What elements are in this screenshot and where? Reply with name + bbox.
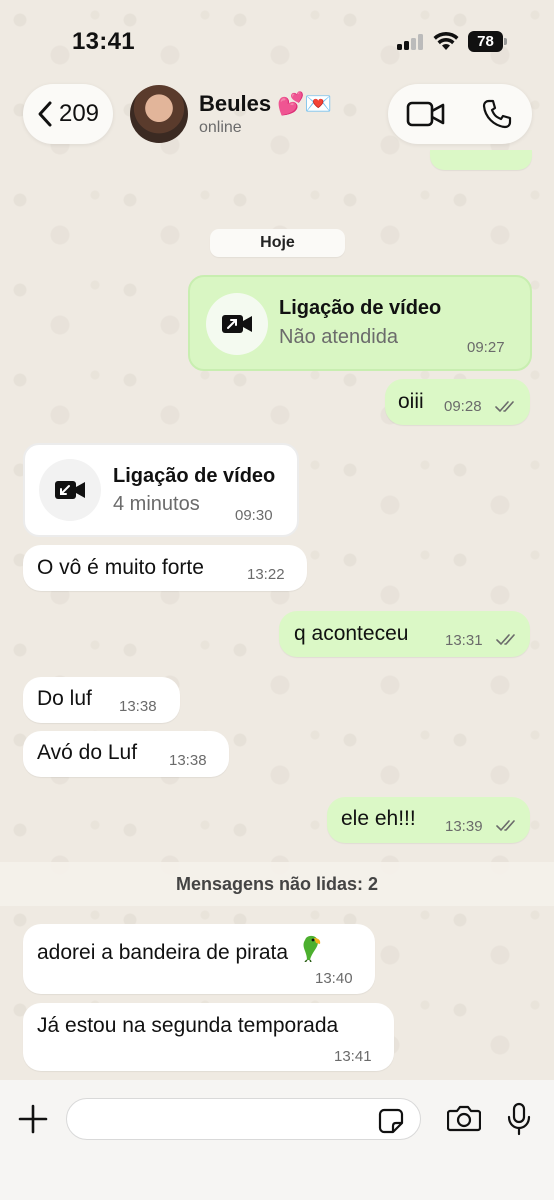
battery-icon: 78 [468, 31, 508, 52]
plus-icon[interactable] [18, 1104, 48, 1134]
call-icon-badge [39, 459, 101, 521]
message-text: oiii [398, 390, 424, 413]
message-text: Do luf [37, 687, 92, 710]
message-text: q aconteceu [294, 622, 409, 645]
partial-outgoing-bubble [430, 150, 532, 170]
contact-status: online [199, 119, 242, 136]
cellular-signal-icon [397, 34, 427, 50]
parrot-emoji-icon [303, 935, 321, 962]
call-title: Ligação de vídeo [113, 465, 276, 487]
contact-name[interactable]: Beules 💕💌 [199, 91, 332, 117]
unread-chats-count: 209 [58, 100, 100, 127]
incoming-message[interactable]: O vô é muito forte 13:22 [23, 545, 307, 591]
voice-call-icon[interactable] [482, 99, 512, 129]
outgoing-message[interactable]: q aconteceu 13:31 [279, 611, 530, 657]
outgoing-video-call-icon [222, 315, 252, 333]
message-text-row: adorei a bandeira de pirata [37, 934, 324, 965]
status-time: 13:41 [72, 28, 135, 55]
message-time: 13:31 [445, 632, 483, 649]
message-text: Já estou na segunda temporada [37, 1014, 339, 1037]
read-receipt-icon [495, 401, 514, 413]
message-time: 13:40 [315, 970, 353, 987]
message-input[interactable] [66, 1098, 421, 1140]
message-time: 13:38 [119, 698, 157, 715]
back-button[interactable]: 209 [23, 84, 113, 144]
message-time: 09:30 [235, 507, 273, 524]
status-bar: 13:41 78 [0, 0, 554, 80]
message-text: Avó do Luf [37, 741, 138, 764]
video-call-card[interactable]: Ligação de vídeo 4 minutos 09:30 [23, 443, 299, 537]
message-time: 09:27 [467, 339, 505, 356]
incoming-message[interactable]: Avó do Luf 13:38 [23, 731, 229, 777]
read-receipt-icon [496, 634, 515, 646]
wifi-icon [433, 31, 459, 50]
call-status: Não atendida [279, 326, 398, 348]
call-title: Ligação de vídeo [279, 297, 442, 319]
message-time: 13:38 [169, 752, 207, 769]
outgoing-message[interactable]: ele eh!!! 13:39 [327, 797, 530, 843]
incoming-video-call-icon [55, 481, 85, 499]
date-chip: Hoje [210, 229, 345, 257]
missed-video-call-card[interactable]: Ligação de vídeo Não atendida 09:27 [188, 275, 532, 371]
message-time: 13:41 [334, 1048, 372, 1065]
read-receipt-icon [496, 820, 515, 832]
incoming-message[interactable]: Do luf 13:38 [23, 677, 180, 723]
microphone-icon[interactable] [506, 1102, 532, 1136]
contact-avatar[interactable] [130, 85, 188, 143]
call-actions [388, 84, 532, 144]
chevron-left-icon [38, 101, 52, 127]
message-text: O vô é muito forte [37, 556, 204, 579]
call-duration: 4 minutos [113, 493, 200, 515]
outgoing-message[interactable]: oiii 09:28 [385, 379, 530, 425]
incoming-message[interactable]: adorei a bandeira de pirata 13:40 [23, 924, 375, 994]
message-text: ele eh!!! [341, 807, 416, 830]
battery-level: 78 [468, 31, 503, 52]
call-icon-badge [206, 293, 268, 355]
message-text: adorei a bandeira de pirata [37, 941, 289, 964]
message-time: 13:22 [247, 566, 285, 583]
message-time: 13:39 [445, 818, 483, 835]
incoming-message[interactable]: Já estou na segunda temporada 13:41 [23, 1003, 394, 1071]
video-call-icon[interactable] [406, 101, 446, 127]
message-time: 09:28 [444, 398, 482, 415]
camera-icon[interactable] [447, 1104, 481, 1132]
unread-messages-banner: Mensagens não lidas: 2 [0, 862, 554, 906]
sticker-icon[interactable] [378, 1108, 404, 1134]
